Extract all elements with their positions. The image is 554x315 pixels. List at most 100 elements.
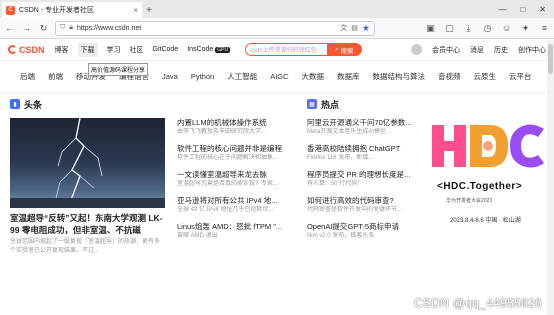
account-icon[interactable]: ☺ bbox=[501, 23, 512, 34]
reload-icon[interactable]: ↻ bbox=[38, 23, 49, 34]
news-column: 内置LLM的机械体操作系统 由李飞飞教授及丰田研究院大学... 软件工程的核心问… bbox=[177, 93, 297, 256]
download-tooltip: 高价值源码课程分享 bbox=[88, 63, 149, 76]
creator-center-link[interactable]: 创作中心 bbox=[518, 45, 546, 55]
category-bar: 后端 前端 移动开发 编程语言 Java Python 人工智能 AIGC 大数… bbox=[0, 61, 554, 93]
scrollbar-thumb[interactable] bbox=[548, 44, 553, 74]
news-title[interactable]: Linus炮轰 AMD：怒批 fTPM "... bbox=[177, 222, 297, 232]
maximize-icon[interactable]: □ bbox=[520, 5, 525, 14]
category-ai[interactable]: 人工智能 bbox=[227, 71, 257, 82]
hot-title[interactable]: 香港高校陆续拥抱 ChatGPT bbox=[307, 144, 416, 154]
member-center-link[interactable]: 会员中心 bbox=[432, 45, 460, 55]
news-title[interactable]: 内置LLM的机械体操作系统 bbox=[177, 118, 297, 128]
news-title[interactable]: 一文读懂室温超导来龙去脉 bbox=[177, 170, 297, 180]
headline-title[interactable]: 室温超导“反转”又起！东南大学观测 LK-99 零电阻成功，但非室温、不抗磁 bbox=[10, 212, 165, 236]
category-frontend[interactable]: 前端 bbox=[48, 71, 63, 82]
hot-header: ▦ 热点 bbox=[306, 93, 416, 115]
category-audio-video[interactable]: 音视频 bbox=[438, 71, 461, 82]
nav-learn[interactable]: 学习 bbox=[107, 45, 121, 55]
history-icon[interactable]: ◷ bbox=[482, 23, 493, 34]
hot-title[interactable]: OpenAI提交GPT-5商标申请 bbox=[307, 222, 416, 232]
forward-icon[interactable]: → bbox=[21, 23, 32, 33]
category-bigdata[interactable]: 大数据 bbox=[302, 71, 325, 82]
avatar[interactable] bbox=[411, 44, 422, 55]
hot-title[interactable]: 如何进行高效的代码审查? bbox=[307, 196, 416, 206]
close-window-icon[interactable]: ✕ bbox=[539, 5, 546, 14]
nav-blog[interactable]: 博客 bbox=[55, 45, 69, 55]
url-bar[interactable]: ⛉ 🔒︎ https://www.csdn.net 文 ▤ ★ bbox=[55, 20, 375, 36]
shield-icon[interactable]: ⛉ bbox=[60, 24, 65, 32]
search-input[interactable]: csdn上传资源扫码领红包 bbox=[245, 43, 328, 56]
page-scrollbar[interactable] bbox=[547, 40, 554, 315]
nav-gitcode[interactable]: GitCode bbox=[153, 46, 179, 53]
hot-desc: 代码审查是软件开发中的关键环节... bbox=[306, 207, 402, 213]
news-desc: 软件工程的核心在于问题解决和抽象... bbox=[177, 155, 279, 161]
headline-icon: ▮ bbox=[10, 99, 20, 109]
nav-inscode[interactable]: InsCode GPU bbox=[187, 46, 231, 53]
logo-mark-icon bbox=[8, 45, 17, 54]
messages-link[interactable]: 消息 bbox=[470, 45, 484, 55]
reader-icon[interactable]: ▤ bbox=[351, 24, 358, 32]
minimize-icon[interactable]: — bbox=[498, 5, 506, 14]
category-cloud-native[interactable]: 云原生 bbox=[474, 71, 497, 82]
csdn-logo[interactable]: CSDN bbox=[8, 45, 45, 55]
category-database[interactable]: 数据库 bbox=[337, 71, 360, 82]
menu-icon[interactable]: ≡ bbox=[539, 23, 550, 34]
search-button[interactable]: ⌕ 搜索 bbox=[327, 43, 362, 56]
ad-subtitle: 华为开发者大会2023 bbox=[446, 198, 493, 204]
hot-title[interactable]: 程序员提交 PR 的理想长度是... bbox=[307, 170, 416, 180]
hot-desc: Meta开源文本音乐生成AI模型... bbox=[306, 129, 391, 135]
browser-tab[interactable]: C CSDN - 专业开发者社区 × bbox=[2, 2, 142, 18]
site-header: CSDN 博客 下载 学习 社区 GitCode InsCode GPU csd… bbox=[0, 39, 554, 61]
nav-download[interactable]: 下载 bbox=[77, 42, 98, 57]
list-item[interactable]: 内置LLM的机械体操作系统 由李飞飞教授及丰田研究院大学... bbox=[177, 118, 297, 137]
list-item[interactable]: 软件工程的核心问题并非是编程 软件工程的核心在于问题解决和抽象... bbox=[177, 144, 297, 163]
tab-close-icon[interactable]: × bbox=[133, 6, 138, 15]
list-item[interactable]: 香港高校陆续拥抱 ChatGPT Firefox 116 发布，新增... bbox=[307, 144, 416, 163]
news-title[interactable]: 软件工程的核心问题并非是编程 bbox=[177, 144, 297, 154]
list-item[interactable]: Linus炮轰 AMD：怒批 fTPM "... 曾喊 AMD 退出 bbox=[177, 222, 297, 241]
list-item[interactable]: 程序员提交 PR 的理想长度是... 有人算：50 行代码！ bbox=[307, 170, 416, 189]
ad-title: <HDC.Together> bbox=[437, 181, 523, 192]
category-java[interactable]: Java bbox=[162, 72, 178, 81]
headline-header: ▮ 头条 bbox=[10, 93, 165, 115]
browser-tab-bar: C CSDN - 专业开发者社区 × + — □ ✕ bbox=[0, 0, 554, 18]
lock-icon[interactable]: 🔒︎ bbox=[69, 24, 73, 32]
list-item[interactable]: 阿里云开源通义千问70亿参数... Meta开源文本音乐生成AI模型... bbox=[307, 118, 416, 137]
list-item[interactable]: OpenAI提交GPT-5商标申请 Nim v2.0 发布，极客头条 bbox=[307, 222, 416, 241]
collections-icon[interactable]: ▢ bbox=[444, 23, 455, 34]
category-algorithms[interactable]: 数据结构与算法 bbox=[373, 71, 426, 82]
bookmark-star-icon[interactable]: ★ bbox=[362, 23, 370, 34]
download-icon[interactable]: ⤓ bbox=[463, 23, 474, 34]
nav-community[interactable]: 社区 bbox=[130, 45, 144, 55]
ad-date: 2023.8.4-8.6 中国 · 松山湖 bbox=[450, 218, 521, 224]
list-item[interactable]: 亚马逊将对所有公共 IPv4 地... 全球 43 亿 IPv4 地址几乎已经耗… bbox=[177, 196, 297, 215]
list-item[interactable]: 一文读懂室温超导来龙去脉 室温超导究竟是否真的能实现？专家... bbox=[177, 170, 297, 189]
history-link[interactable]: 历史 bbox=[494, 45, 508, 55]
csdn-favicon-icon: C bbox=[6, 5, 15, 15]
hdc-banner[interactable]: <HDC.Together> 华为开发者大会2023 2023.8.4-8.6 … bbox=[424, 115, 554, 250]
category-aigc[interactable]: AIGC bbox=[270, 72, 288, 81]
news-desc: 曾喊 AMD 退出 bbox=[177, 233, 218, 239]
headline-image[interactable] bbox=[10, 118, 165, 208]
user-links: 会员中心 消息 历史 创作中心 bbox=[411, 44, 546, 55]
list-item[interactable]: 如何进行高效的代码审查? 代码审查是软件开发中的关键环节... bbox=[307, 196, 416, 215]
hot-title[interactable]: 阿里云开源通义千问70亿参数... bbox=[307, 118, 416, 128]
hot-desc: 有人算：50 行代码！ bbox=[306, 181, 364, 187]
search-button-label: 搜索 bbox=[340, 47, 354, 55]
category-python[interactable]: Python bbox=[191, 72, 214, 81]
news-desc: 室温超导究竟是否真的能实现？专家... bbox=[177, 181, 279, 187]
headline-desc: 全球范围内掀起了一股复现「室温超导」的热潮，更有多个实验室已公开复现结果，不过.… bbox=[10, 239, 161, 254]
category-cloud-platform[interactable]: 云平台 bbox=[509, 71, 532, 82]
hot-desc: Nim v2.0 发布，极客头条 bbox=[306, 233, 375, 239]
news-desc: 由李飞飞教授及丰田研究院大学... bbox=[177, 129, 267, 135]
new-tab-button[interactable]: + bbox=[142, 2, 156, 18]
translate-icon[interactable]: 文 bbox=[340, 23, 347, 33]
headline-column: ▮ 头条 室温超导“反转”又起！东南大学观测 LK-99 零电阻成功，但非室温、… bbox=[10, 93, 165, 256]
extensions-icon[interactable]: ✦ bbox=[520, 23, 531, 34]
url-text[interactable]: https://www.csdn.net bbox=[77, 25, 336, 32]
back-icon[interactable]: ← bbox=[4, 23, 15, 33]
sidebar-icon[interactable]: ▣ bbox=[425, 23, 436, 34]
hot-section-title: 热点 bbox=[320, 99, 339, 110]
news-title[interactable]: 亚马逊将对所有公共 IPv4 地... bbox=[177, 196, 297, 206]
category-backend[interactable]: 后端 bbox=[20, 71, 35, 82]
